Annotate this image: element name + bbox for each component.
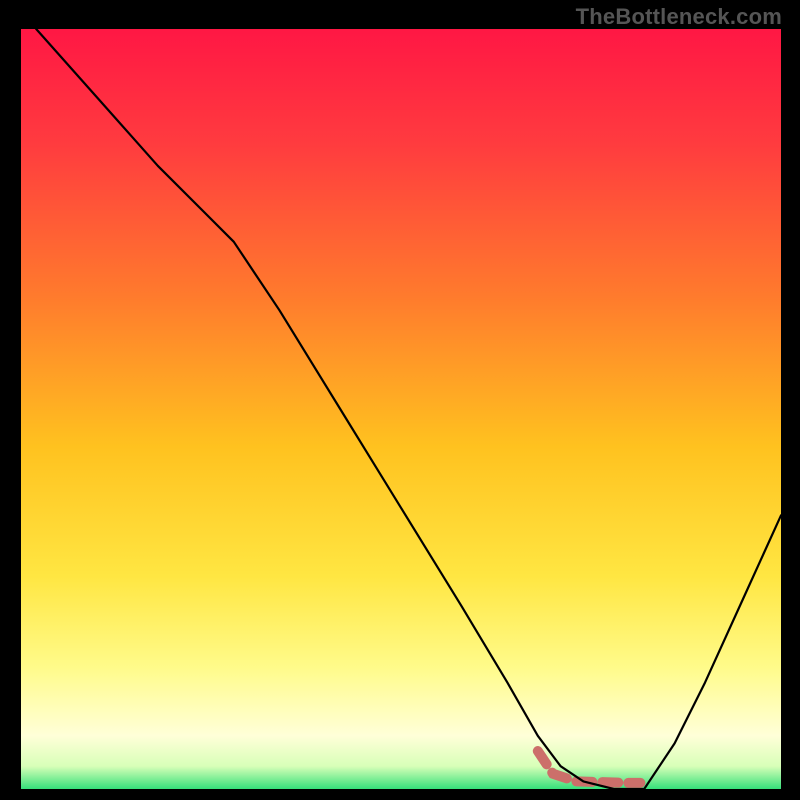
gradient-background xyxy=(21,29,781,789)
chart-svg xyxy=(21,29,781,789)
chart-container: TheBottleneck.com xyxy=(0,0,800,800)
plot-frame xyxy=(21,29,781,789)
watermark-text: TheBottleneck.com xyxy=(576,4,782,30)
